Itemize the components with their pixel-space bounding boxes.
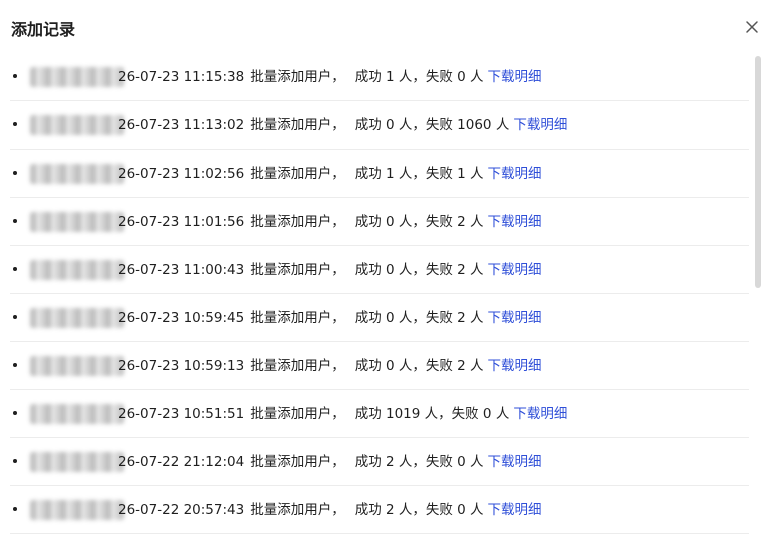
download-detail-link[interactable]: 下载明细 (513, 101, 567, 149)
record-result: 成功 0 人，失败 2 人 (354, 310, 484, 326)
dialog-title: 添加记录 (11, 20, 76, 39)
download-detail-link[interactable]: 下载明细 (488, 486, 542, 534)
list-item: 26-07-23 11:02:56 批量添加用户， 成功 1 人，失败 1 人 … (10, 150, 749, 198)
record-action: 批量添加用户， (250, 310, 345, 326)
redacted-name (30, 500, 124, 520)
list-item: 26-07-22 20:57:43 批量添加用户， 成功 2 人，失败 0 人 … (10, 486, 749, 534)
record-timestamp: 26-07-23 11:13:02 (118, 117, 245, 133)
record-timestamp: 26-07-23 11:02:56 (118, 166, 245, 182)
close-icon[interactable] (744, 19, 760, 35)
record-timestamp: 26-07-22 20:57:43 (118, 502, 245, 518)
bullet-icon (13, 171, 17, 175)
scrollbar[interactable] (755, 56, 761, 288)
download-detail-link[interactable]: 下载明细 (488, 246, 542, 294)
download-detail-link[interactable]: 下载明细 (513, 390, 567, 438)
redacted-name (30, 115, 124, 135)
record-result: 成功 0 人，失败 2 人 (354, 358, 484, 374)
bullet-icon (13, 267, 17, 271)
bullet-icon (13, 507, 17, 511)
record-timestamp: 26-07-23 11:01:56 (118, 214, 245, 230)
records-list[interactable]: 26-07-23 11:15:38 批量添加用户， 成功 1 人，失败 0 人 … (10, 53, 749, 545)
bullet-icon (13, 411, 17, 415)
record-timestamp: 26-07-23 10:59:45 (118, 310, 245, 326)
dialog-header: 添加记录 (11, 18, 75, 42)
redacted-name (30, 404, 124, 424)
list-item: 26-07-23 11:15:38 批量添加用户， 成功 1 人，失败 0 人 … (10, 53, 749, 101)
download-detail-link[interactable]: 下载明细 (488, 342, 542, 390)
record-result: 成功 1019 人，失败 0 人 (354, 406, 510, 422)
redacted-name (30, 260, 124, 280)
bullet-icon (13, 315, 17, 319)
list-item: 26-07-23 10:59:13 批量添加用户， 成功 0 人，失败 2 人 … (10, 342, 749, 390)
record-action: 批量添加用户， (250, 502, 345, 518)
record-action: 批量添加用户， (250, 358, 345, 374)
record-timestamp: 26-07-23 11:00:43 (118, 262, 245, 278)
bullet-icon (13, 219, 17, 223)
bullet-icon (13, 122, 17, 126)
record-timestamp: 26-07-22 21:12:04 (118, 454, 245, 470)
record-result: 成功 0 人，失败 1060 人 (354, 117, 510, 133)
record-action: 批量添加用户， (250, 69, 345, 85)
download-detail-link[interactable]: 下载明细 (488, 150, 542, 198)
list-item: 26-07-23 10:51:51 批量添加用户， 成功 1019 人，失败 0… (10, 390, 749, 438)
download-detail-link[interactable]: 下载明细 (488, 438, 542, 486)
record-result: 成功 1 人，失败 0 人 (354, 69, 484, 85)
record-action: 批量添加用户， (250, 262, 345, 278)
record-action: 批量添加用户， (250, 406, 345, 422)
record-action: 批量添加用户， (250, 454, 345, 470)
list-item: 26-07-23 10:59:45 批量添加用户， 成功 0 人，失败 2 人 … (10, 294, 749, 342)
bullet-icon (13, 459, 17, 463)
redacted-name (30, 452, 124, 472)
record-timestamp: 26-07-23 10:59:13 (118, 358, 245, 374)
record-timestamp: 26-07-23 11:15:38 (118, 69, 245, 85)
redacted-name (30, 212, 124, 232)
bullet-icon (13, 363, 17, 367)
download-detail-link[interactable]: 下载明细 (488, 294, 542, 342)
record-result: 成功 0 人，失败 2 人 (354, 262, 484, 278)
record-action: 批量添加用户， (250, 117, 345, 133)
redacted-name (30, 67, 124, 87)
list-item: 26-07-23 11:13:02 批量添加用户， 成功 0 人，失败 1060… (10, 101, 749, 150)
record-result: 成功 1 人，失败 1 人 (354, 166, 484, 182)
redacted-name (30, 356, 124, 376)
download-detail-link[interactable]: 下载明细 (488, 53, 542, 101)
record-action: 批量添加用户， (250, 166, 345, 182)
list-item: 26-07-23 11:01:56 批量添加用户， 成功 0 人，失败 2 人 … (10, 198, 749, 246)
record-result: 成功 2 人，失败 0 人 (354, 454, 484, 470)
record-timestamp: 26-07-23 10:51:51 (118, 406, 245, 422)
download-detail-link[interactable]: 下载明细 (488, 198, 542, 246)
record-action: 批量添加用户， (250, 214, 345, 230)
list-item: 26-07-22 21:12:04 批量添加用户， 成功 2 人，失败 0 人 … (10, 438, 749, 486)
redacted-name (30, 308, 124, 328)
record-result: 成功 2 人，失败 0 人 (354, 502, 484, 518)
redacted-name (30, 164, 124, 184)
record-result: 成功 0 人，失败 2 人 (354, 214, 484, 230)
add-records-dialog: 添加记录 26-07-23 11:15:38 批量添加用户， 成功 1 人，失败… (0, 0, 774, 545)
list-item: 26-07-23 11:00:43 批量添加用户， 成功 0 人，失败 2 人 … (10, 246, 749, 294)
bullet-icon (13, 74, 17, 78)
